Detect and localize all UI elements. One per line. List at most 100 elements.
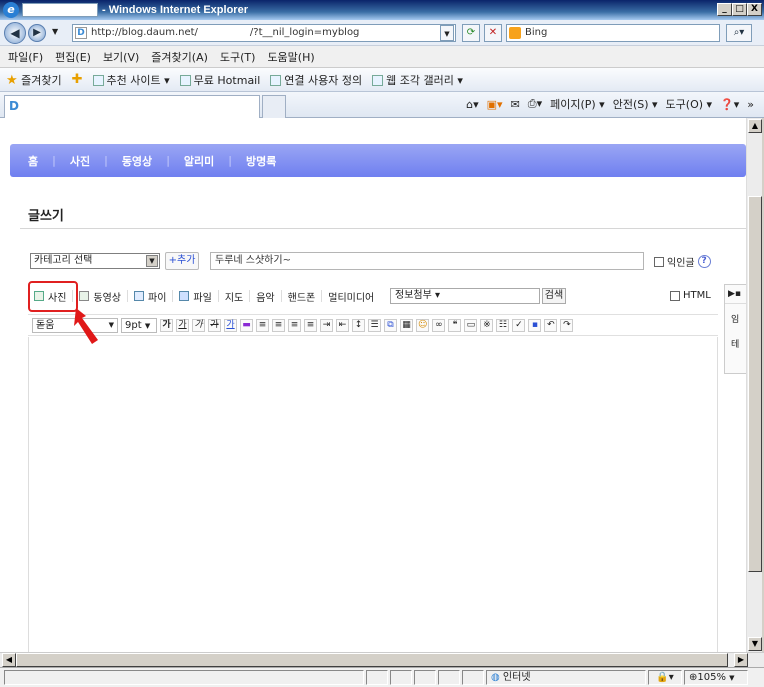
special-char-icon[interactable]: ※ — [480, 318, 494, 332]
post-title-input[interactable]: 두루네 스샷하기~ — [210, 252, 644, 270]
nav-photo[interactable]: 사진 — [70, 153, 90, 169]
attach-video-button[interactable]: 동영상 — [73, 290, 129, 304]
protected-mode-icon[interactable]: 🔒▾ — [648, 670, 682, 685]
mail-icon[interactable]: ✉ — [511, 98, 520, 111]
new-tab-button[interactable] — [262, 95, 286, 118]
search-go-icon[interactable]: ⌕▾ — [726, 24, 752, 42]
scroll-up-icon[interactable]: ▲ — [748, 119, 762, 133]
spellcheck-icon[interactable]: ✓ — [512, 318, 526, 332]
menu-favorites[interactable]: 즐겨찾기(A) — [151, 49, 208, 65]
fav-item-suggested[interactable]: 추천 사이트 ▾ — [92, 72, 170, 88]
indent-icon[interactable]: ⇥ — [320, 318, 333, 332]
menu-help[interactable]: 도움말(H) — [267, 49, 314, 65]
print-icon[interactable]: ⎙▾ — [528, 97, 542, 111]
html-checkbox[interactable] — [670, 290, 680, 301]
add-category-button[interactable]: +추가 — [165, 252, 199, 270]
size-select[interactable]: 9pt ▼ — [121, 317, 157, 333]
add-favorite-icon[interactable]: ✚ — [72, 72, 83, 87]
scroll-right-icon[interactable]: ▶ — [734, 653, 748, 667]
help-icon[interactable]: ❓▾ — [720, 98, 739, 111]
strike-button[interactable]: 가 — [208, 318, 221, 332]
italic-button[interactable]: 가 — [192, 318, 205, 332]
help-icon[interactable]: ? — [697, 255, 711, 268]
zoom-control[interactable]: ⊕105% ▼ — [684, 670, 748, 685]
undo-icon[interactable]: ↶ — [544, 318, 558, 332]
menu-tools[interactable]: 도구(T) — [220, 49, 256, 65]
hscroll-thumb[interactable] — [16, 653, 728, 667]
html-label: HTML — [683, 290, 711, 301]
chevron-down-icon: ▼ — [729, 674, 735, 682]
home-icon[interactable]: ⌂▾ — [466, 98, 479, 111]
menu-edit[interactable]: 편집(E) — [55, 49, 91, 65]
editor-body[interactable] — [28, 337, 718, 652]
attach-pie-button[interactable]: 파이 — [128, 290, 174, 304]
side-label-2[interactable]: 테 — [725, 333, 746, 354]
anonymous-toggle[interactable]: 익인글 ? — [654, 254, 711, 269]
stop-icon[interactable]: ✕ — [484, 24, 502, 42]
nav-notifier[interactable]: 알리미 — [184, 153, 214, 169]
fav-item-webslice[interactable]: 웹 조각 갤러리 ▾ — [372, 72, 463, 88]
nav-video[interactable]: 동영상 — [122, 153, 152, 169]
search-input[interactable]: Bing — [506, 24, 720, 42]
fav-item-customize[interactable]: 연결 사용자 정의 — [270, 72, 362, 88]
scroll-down-icon[interactable]: ▼ — [748, 637, 762, 651]
align-center-icon[interactable]: ≡ — [272, 318, 285, 332]
safety-menu[interactable]: 안전(S) ▾ — [613, 96, 658, 112]
bold-button[interactable]: 가 — [160, 318, 173, 332]
attach-map-button[interactable]: 지도 — [219, 290, 251, 304]
chain-icon[interactable]: ∞ — [432, 318, 446, 332]
side-expand-icon[interactable]: ▶▪ — [725, 285, 746, 304]
vertical-scrollbar[interactable]: ▲ ▼ — [746, 118, 762, 652]
attach-music-button[interactable]: 음악 — [250, 290, 282, 304]
tools-menu[interactable]: 도구(O) ▾ — [666, 96, 713, 112]
link-icon[interactable]: ⧉ — [384, 318, 397, 332]
url-dropdown-button[interactable]: ▼ — [440, 25, 454, 41]
url-input[interactable]: D http://blog.daum.net/ /?t__nil_login=my… — [72, 24, 456, 42]
back-button[interactable]: ◀ — [4, 22, 26, 44]
nav-home[interactable]: 홈 — [28, 153, 38, 169]
tab-active[interactable]: D — [4, 95, 260, 118]
info-attach-select[interactable]: 정보첨부 ▾ — [390, 288, 540, 304]
list-icon[interactable]: ☰ — [368, 318, 381, 332]
side-label-1[interactable]: 임 — [725, 304, 746, 333]
text-color-button[interactable]: 가 — [224, 318, 237, 332]
chevron-more-icon[interactable]: » — [747, 98, 754, 111]
align-right-icon[interactable]: ≡ — [288, 318, 301, 332]
outdent-icon[interactable]: ⇤ — [336, 318, 349, 332]
menu-file[interactable]: 파일(F) — [8, 49, 43, 65]
history-dropdown-icon[interactable]: ▼ — [52, 27, 58, 36]
scroll-left-icon[interactable]: ◀ — [2, 653, 16, 667]
redo-icon[interactable]: ↷ — [560, 318, 574, 332]
line-height-icon[interactable]: ↕ — [352, 318, 365, 332]
divider-line-icon[interactable]: ☷ — [496, 318, 510, 332]
maximize-button[interactable]: □ — [732, 3, 747, 16]
anonymous-checkbox[interactable] — [654, 256, 664, 267]
attach-file-button[interactable]: 파일 — [173, 290, 219, 304]
align-justify-icon[interactable]: ≡ — [304, 318, 317, 332]
menu-view[interactable]: 보기(V) — [103, 49, 139, 65]
scroll-thumb[interactable] — [748, 196, 762, 572]
close-button[interactable]: X — [747, 3, 762, 16]
forward-button[interactable]: ▶ — [28, 24, 46, 42]
emoticon-icon[interactable]: ☺ — [416, 318, 430, 332]
refresh-icon[interactable]: ⟳ — [462, 24, 480, 42]
fav-item-hotmail[interactable]: 무료 Hotmail — [179, 72, 260, 88]
feeds-icon[interactable]: ▣▾ — [487, 98, 503, 111]
horizontal-scrollbar[interactable]: ◀ ▶ — [0, 652, 764, 667]
box-icon[interactable]: ▭ — [464, 318, 478, 332]
save-icon[interactable]: ▪ — [528, 318, 542, 332]
highlight-icon[interactable]: ▬ — [240, 318, 253, 332]
align-left-icon[interactable]: ≡ — [256, 318, 269, 332]
attach-multimedia-button[interactable]: 멀티미디어 — [322, 290, 380, 304]
page-menu[interactable]: 페이지(P) ▾ — [550, 96, 605, 112]
minimize-button[interactable]: _ — [717, 3, 732, 16]
info-search-button[interactable]: 검색 — [542, 288, 566, 304]
category-select[interactable]: 카테고리 선택 ▼ — [30, 253, 160, 269]
favorites-button[interactable]: ★ 즐겨찾기 — [6, 72, 62, 88]
html-toggle[interactable]: HTML — [670, 290, 711, 301]
quote-icon[interactable]: ❝ — [448, 318, 462, 332]
attach-phone-button[interactable]: 핸드폰 — [282, 290, 323, 304]
underline-button[interactable]: 가 — [176, 318, 189, 332]
table-icon[interactable]: ▦ — [400, 318, 413, 332]
nav-guestbook[interactable]: 방명록 — [246, 153, 276, 169]
